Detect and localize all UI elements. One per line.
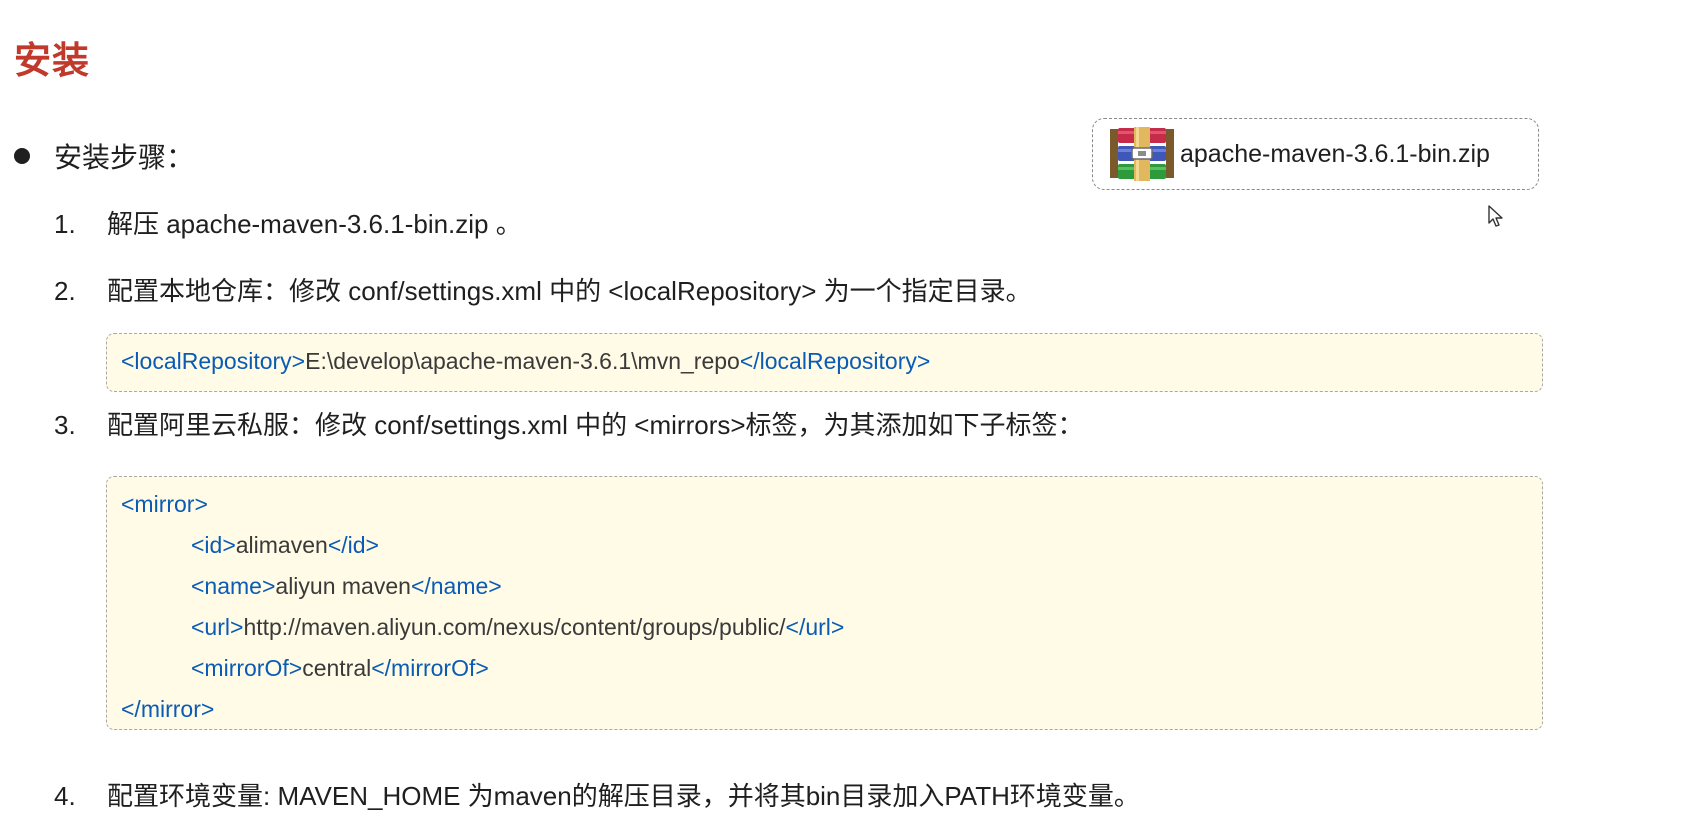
xml-tag: <mirror> [121, 491, 208, 517]
step-3: 3. 配置阿里云私服：修改 conf/settings.xml 中的 <mirr… [54, 405, 1084, 442]
bullet-text: 安装步骤： [54, 142, 195, 173]
xml-value: central [302, 655, 372, 681]
code-block-local-repository: <localRepository>E:\develop\apache-maven… [106, 333, 1543, 392]
code-line: <id>alimaven</id> [191, 532, 379, 559]
xml-tag: </id> [327, 532, 379, 558]
code-line: <localRepository>E:\develop\apache-maven… [121, 348, 930, 375]
winrar-archive-icon [1110, 127, 1174, 181]
step-text: 解压 apache-maven-3.6.1-bin.zip 。 [107, 209, 522, 239]
xml-tag: </url> [785, 614, 845, 640]
code-line: <url>http://maven.aliyun.com/nexus/conte… [191, 614, 844, 641]
xml-tag: <url> [191, 614, 244, 640]
xml-value: alimaven [235, 532, 328, 558]
bullet-item: 安装步骤： [14, 136, 194, 176]
xml-value: E:\develop\apache-maven-3.6.1\mvn_repo [305, 348, 740, 374]
step-number: 4. [54, 781, 76, 811]
xml-tag: <localRepository> [121, 348, 306, 374]
step-number: 1. [54, 209, 76, 239]
xml-value: http://maven.aliyun.com/nexus/content/gr… [243, 614, 786, 640]
step-text: 配置本地仓库：修改 conf/settings.xml 中的 <localRep… [107, 276, 1032, 306]
code-block-mirror: <mirror> <id>alimaven</id> <name>aliyun … [106, 476, 1543, 730]
code-line: <mirrorOf>central</mirrorOf> [191, 655, 489, 682]
xml-tag: <name> [191, 573, 276, 599]
xml-tag: </mirror> [121, 696, 215, 722]
xml-value: aliyun maven [275, 573, 411, 599]
step-text: 配置环境变量: MAVEN_HOME 为maven的解压目录，并将其bin目录加… [107, 781, 1140, 811]
code-line: <name>aliyun maven</name> [191, 573, 502, 600]
step-text: 配置阿里云私服：修改 conf/settings.xml 中的 <mirrors… [107, 410, 1084, 440]
code-line: <mirror> [121, 491, 208, 518]
xml-tag: <id> [191, 532, 236, 558]
xml-tag: <mirrorOf> [191, 655, 303, 681]
step-number: 3. [54, 410, 76, 440]
step-number: 2. [54, 276, 76, 306]
xml-tag: </name> [410, 573, 502, 599]
step-1: 1. 解压 apache-maven-3.6.1-bin.zip 。 [54, 204, 522, 241]
xml-tag: </localRepository> [739, 348, 931, 374]
step-4: 4. 配置环境变量: MAVEN_HOME 为maven的解压目录，并将其bin… [54, 776, 1140, 813]
step-2: 2. 配置本地仓库：修改 conf/settings.xml 中的 <local… [54, 271, 1032, 308]
zip-file-name: apache-maven-3.6.1-bin.zip [1180, 139, 1490, 168]
section-title: 安装 [14, 40, 90, 81]
bullet-dot-icon [14, 148, 30, 164]
mouse-cursor-icon [1488, 205, 1503, 227]
code-line: </mirror> [121, 696, 214, 723]
xml-tag: </mirrorOf> [371, 655, 489, 681]
zip-file-attachment[interactable]: apache-maven-3.6.1-bin.zip [1092, 118, 1539, 190]
